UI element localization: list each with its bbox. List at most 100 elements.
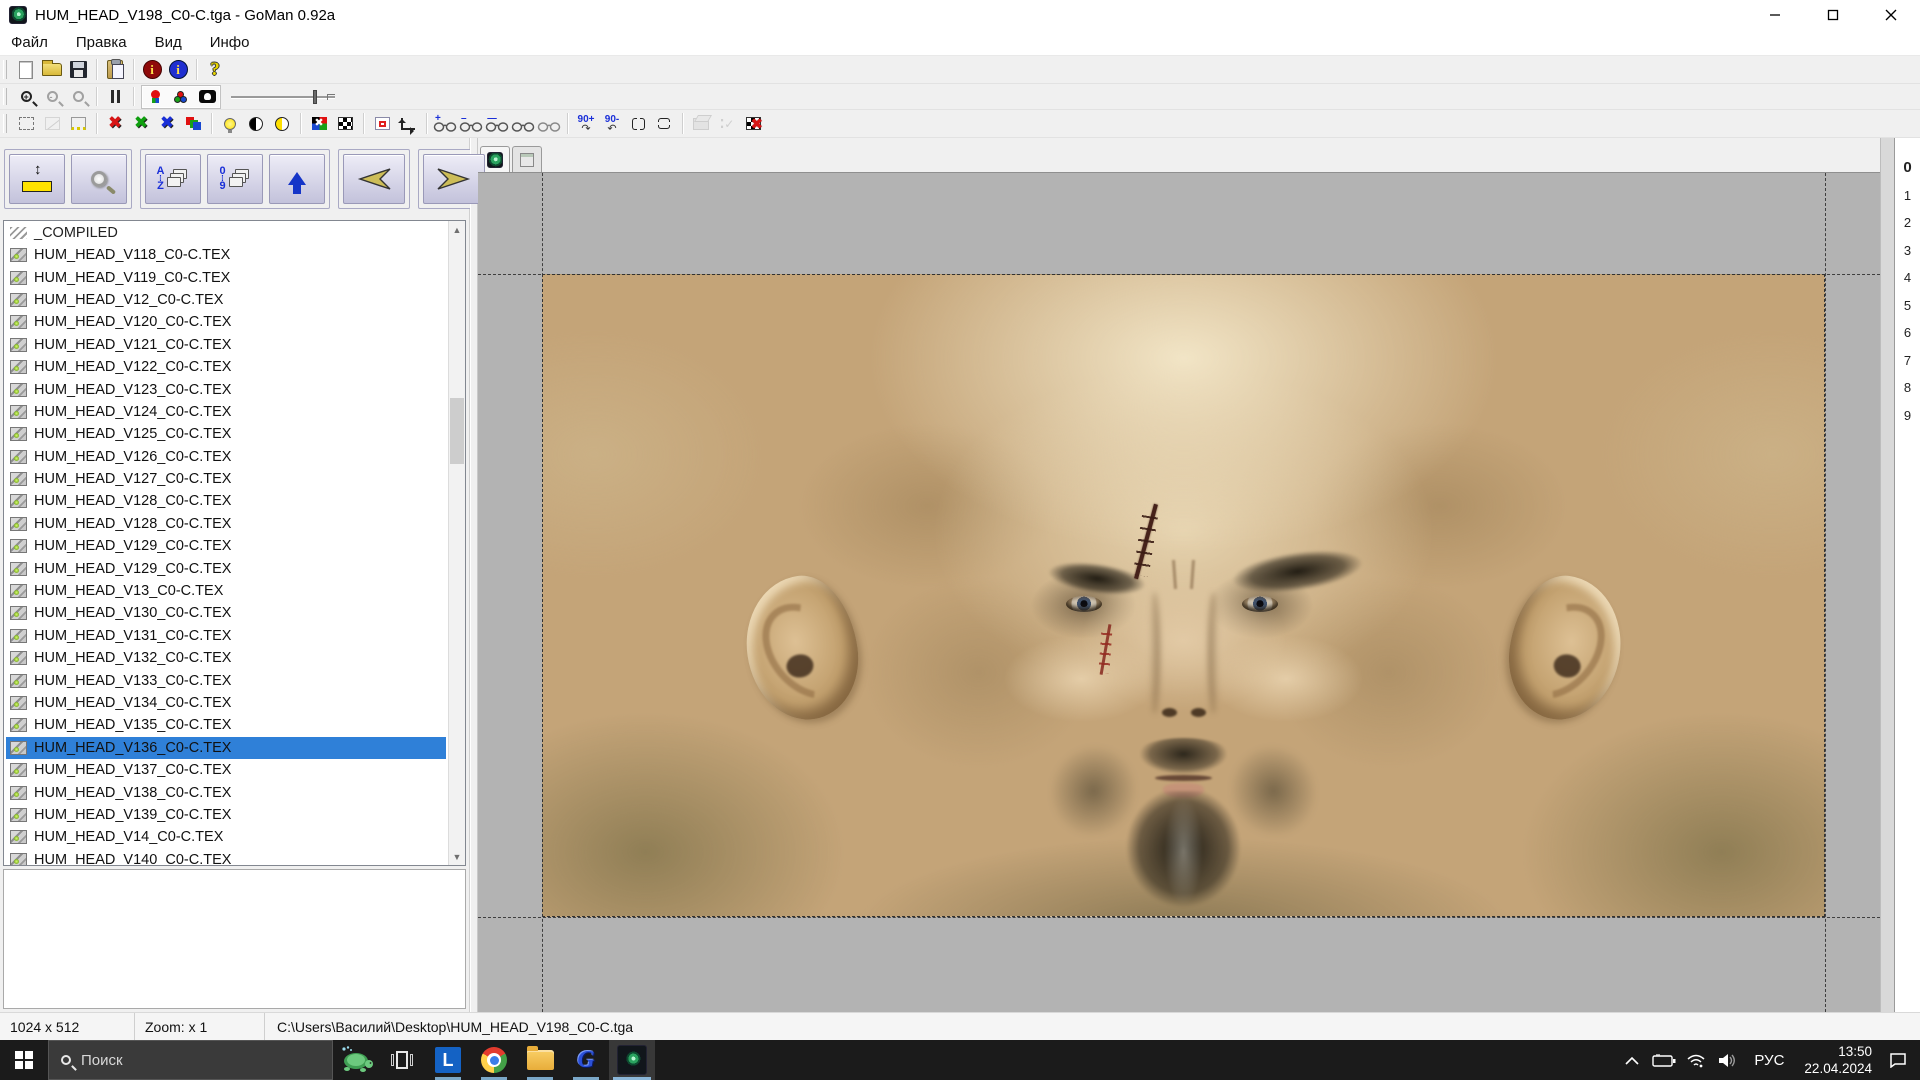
taskbar-app-turtle[interactable] <box>333 1040 379 1080</box>
file-list-item[interactable]: HUM_HEAD_V137_C0-C.TEX <box>6 759 465 781</box>
alpha-sub2-button[interactable]: –– <box>484 113 510 135</box>
brightness-button[interactable] <box>217 113 243 135</box>
file-list-item[interactable]: HUM_HEAD_V132_C0-C.TEX <box>6 647 465 669</box>
bw-checker-button[interactable] <box>332 113 358 135</box>
contrast-button[interactable] <box>243 113 269 135</box>
wifi-icon[interactable] <box>1682 1040 1710 1080</box>
search-button[interactable] <box>71 154 127 204</box>
action-center-button[interactable] <box>1884 1040 1912 1080</box>
resize-panel-button[interactable]: ↕ <box>9 154 65 204</box>
maximize-button[interactable] <box>1804 0 1862 30</box>
file-list-item[interactable]: HUM_HEAD_V121_C0-C.TEX <box>6 334 465 356</box>
file-list-item[interactable]: HUM_HEAD_V125_C0-C.TEX <box>6 423 465 445</box>
scroll-up-arrow[interactable]: ▲ <box>449 221 465 238</box>
taskbar-search[interactable]: Поиск <box>48 1040 333 1080</box>
mipmap-level-6[interactable]: 6 <box>1904 319 1911 347</box>
speaker-icon[interactable] <box>1714 1040 1742 1080</box>
file-list-item[interactable]: HUM_HEAD_V128_C0-C.TEX <box>6 513 465 535</box>
file-list-item[interactable]: HUM_HEAD_V131_C0-C.TEX <box>6 625 465 647</box>
file-list-item[interactable]: HUM_HEAD_V129_C0-C.TEX <box>6 535 465 557</box>
file-list-item[interactable]: HUM_HEAD_V136_C0-C.TEX <box>6 737 446 759</box>
zoom-in-button[interactable]: + <box>13 86 39 108</box>
select-rect-button[interactable] <box>13 113 39 135</box>
color-invert-button[interactable] <box>306 113 332 135</box>
mipmap-level-4[interactable]: 4 <box>1904 264 1911 292</box>
scroll-track[interactable] <box>449 238 465 848</box>
blue-channel-button[interactable]: ✖ <box>154 113 180 135</box>
flip-horizontal-button[interactable] <box>625 113 651 135</box>
slider-handle[interactable] <box>313 90 317 104</box>
zoom-out-button[interactable]: - <box>39 86 65 108</box>
gamma-button[interactable] <box>269 113 295 135</box>
animation-speed-slider[interactable] <box>231 90 335 104</box>
file-list-item[interactable]: HUM_HEAD_V12_C0-C.TEX <box>6 289 465 311</box>
file-list-item[interactable]: HUM_HEAD_V129_C0-C.TEX <box>6 557 465 579</box>
alpha-view-button[interactable] <box>510 113 536 135</box>
task-view-button[interactable] <box>379 1040 425 1080</box>
save-button[interactable] <box>65 59 91 81</box>
file-info-button[interactable]: i <box>139 59 165 81</box>
remove-alpha-button[interactable] <box>740 113 766 135</box>
file-list-item[interactable]: HUM_HEAD_V138_C0-C.TEX <box>6 781 465 803</box>
language-indicator[interactable]: РУС <box>1746 1052 1792 1069</box>
canvas-scroll-track[interactable] <box>1880 138 1894 1012</box>
red-channel-button[interactable]: ✖ <box>102 113 128 135</box>
mipmap-level-2[interactable]: 2 <box>1904 209 1911 237</box>
flip-vertical-button[interactable] <box>651 113 677 135</box>
file-list-item[interactable]: HUM_HEAD_V126_C0-C.TEX <box>6 446 465 468</box>
start-button[interactable] <box>0 1040 48 1080</box>
file-list-item[interactable]: HUM_HEAD_V123_C0-C.TEX <box>6 378 465 400</box>
list-scrollbar[interactable]: ▲ ▼ <box>448 221 465 865</box>
help-button[interactable]: ? <box>202 59 228 81</box>
file-list-item[interactable]: HUM_HEAD_V118_C0-C.TEX <box>6 244 465 266</box>
file-list-item[interactable]: HUM_HEAD_V122_C0-C.TEX <box>6 356 465 378</box>
scroll-thumb[interactable] <box>450 398 464 464</box>
go-up-button[interactable] <box>269 154 325 204</box>
alpha-sub-button[interactable]: – <box>458 113 484 135</box>
tab-info-view[interactable] <box>512 146 542 172</box>
menu-edit[interactable]: Правка <box>62 30 141 55</box>
file-list-item[interactable]: HUM_HEAD_V133_C0-C.TEX <box>6 669 465 691</box>
mipmap-level-0[interactable]: 0 <box>1903 154 1911 182</box>
open-file-button[interactable] <box>39 59 65 81</box>
image-info-button[interactable]: i <box>165 59 191 81</box>
file-list-item[interactable]: HUM_HEAD_V120_C0-C.TEX <box>6 311 465 333</box>
file-list-item[interactable]: HUM_HEAD_V139_C0-C.TEX <box>6 804 465 826</box>
next-file-button[interactable] <box>423 154 485 204</box>
file-list-item[interactable]: HUM_HEAD_V124_C0-C.TEX <box>6 401 465 423</box>
file-list-item[interactable]: HUM_HEAD_V130_C0-C.TEX <box>6 602 465 624</box>
new-file-button[interactable] <box>13 59 39 81</box>
mipmap-level-5[interactable]: 5 <box>1904 292 1911 320</box>
mipmap-level-8[interactable]: 8 <box>1904 374 1911 402</box>
file-list-item[interactable]: HUM_HEAD_V119_C0-C.TEX <box>6 266 465 288</box>
battery-icon[interactable] <box>1650 1040 1678 1080</box>
image-canvas[interactable] <box>478 172 1880 1012</box>
apply-check-button[interactable]: ⁚✓ <box>714 113 740 135</box>
rotate-cw-button[interactable]: 90+ ↷ <box>573 113 599 135</box>
taskbar-app-explorer[interactable] <box>517 1040 563 1080</box>
axes-button[interactable] <box>395 113 421 135</box>
close-button[interactable] <box>1862 0 1920 30</box>
taskbar-app-goman[interactable] <box>609 1040 655 1080</box>
taskbar-app-g[interactable]: G <box>563 1040 609 1080</box>
panel-splitter[interactable] <box>470 138 478 1012</box>
mipmap-level-9[interactable]: 9 <box>1904 402 1911 430</box>
negative-view-button[interactable] <box>194 86 220 108</box>
mipmap-level-1[interactable]: 1 <box>1904 182 1911 210</box>
select-edit-button[interactable] <box>65 113 91 135</box>
previous-file-button[interactable] <box>343 154 405 204</box>
export-button[interactable] <box>688 113 714 135</box>
taskbar-app-l[interactable]: L <box>425 1040 471 1080</box>
zoom-reset-button[interactable] <box>65 86 91 108</box>
archive-root-item[interactable]: _COMPILED <box>4 221 465 244</box>
sort-alpha-button[interactable]: A⁞Z <box>145 154 201 204</box>
rotate-ccw-button[interactable]: 90- ↶ <box>599 113 625 135</box>
texture-file-list[interactable]: _COMPILED HUM_HEAD_V118_C0-C.TEXHUM_HEAD… <box>3 220 466 866</box>
animation-mode-button[interactable] <box>142 86 168 108</box>
pause-animation-button[interactable] <box>102 86 128 108</box>
menu-file[interactable]: Файл <box>0 30 62 55</box>
tray-chevron-up[interactable] <box>1618 1040 1646 1080</box>
mipmap-level-7[interactable]: 7 <box>1904 347 1911 375</box>
file-list-item[interactable]: HUM_HEAD_V135_C0-C.TEX <box>6 714 465 736</box>
taskbar-clock[interactable]: 13:50 22.04.2024 <box>1796 1043 1880 1077</box>
